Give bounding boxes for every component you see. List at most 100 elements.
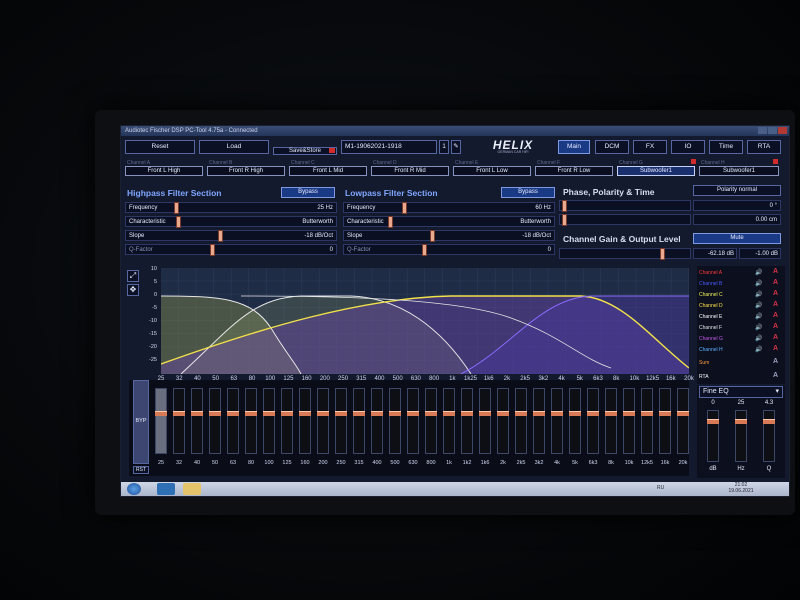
eq-band-slider[interactable] — [497, 388, 509, 454]
eq-band-slider[interactable] — [569, 388, 581, 454]
slider-handle[interactable] — [443, 411, 455, 416]
slider-handle[interactable] — [218, 230, 223, 242]
eq-band-slider[interactable] — [245, 388, 257, 454]
eq-band-slider[interactable] — [209, 388, 221, 454]
slider-handle[interactable] — [551, 411, 563, 416]
bypass-eq-button[interactable]: BYP — [133, 380, 149, 464]
slider-handle[interactable] — [605, 411, 617, 416]
slider-handle[interactable] — [587, 411, 599, 416]
device-name-field[interactable]: M1-19062021-1918 — [341, 140, 437, 154]
frequency-response-plot[interactable] — [160, 268, 690, 375]
slider-handle[interactable] — [176, 216, 181, 228]
attenuation-icon[interactable]: A — [773, 345, 778, 352]
lowpass-slope-row[interactable]: Slope -18 dB/Oct — [343, 230, 555, 242]
language-indicator[interactable]: RU — [657, 485, 664, 491]
eq-band-slider[interactable] — [677, 388, 689, 454]
slider-handle[interactable] — [209, 411, 221, 416]
app-taskbar-icon[interactable] — [157, 483, 175, 495]
attenuation-icon[interactable]: A — [773, 279, 778, 286]
slider-handle[interactable] — [623, 411, 635, 416]
fine-eq-freq-slider[interactable] — [735, 410, 747, 462]
speaker-icon[interactable]: 🔊 — [755, 291, 762, 298]
eq-band-slider[interactable] — [623, 388, 635, 454]
eq-band-slider[interactable] — [587, 388, 599, 454]
attenuation-icon[interactable]: A — [773, 268, 778, 275]
eq-band-slider[interactable] — [191, 388, 203, 454]
save-store-button[interactable]: Save&Store — [273, 147, 337, 155]
eq-band-slider[interactable] — [425, 388, 437, 454]
attenuation-icon[interactable]: A — [773, 334, 778, 341]
attenuation-icon[interactable]: A — [773, 323, 778, 330]
attenuation-icon[interactable]: A — [773, 312, 778, 319]
eq-band-slider[interactable] — [461, 388, 473, 454]
attenuation-icon[interactable]: A — [773, 372, 778, 379]
slider-handle[interactable] — [735, 419, 747, 424]
tab-time[interactable]: Time — [709, 140, 743, 154]
channel-button-h[interactable]: Subwoofer1 — [699, 166, 779, 176]
slider-handle[interactable] — [389, 411, 401, 416]
channel-button-g[interactable]: Subwoofer1 — [617, 166, 695, 176]
slider-handle[interactable] — [173, 411, 185, 416]
edit-icon[interactable]: ✎ — [451, 140, 461, 154]
channel-button-f[interactable]: Front R Low — [535, 166, 613, 176]
eq-band-slider[interactable] — [533, 388, 545, 454]
slider-handle[interactable] — [461, 411, 473, 416]
lowpass-qfactor-row[interactable]: Q-Factor 0 — [343, 244, 555, 256]
speaker-icon[interactable]: 🔊 — [755, 324, 762, 331]
fine-eq-gain-slider[interactable] — [707, 410, 719, 462]
slider-handle[interactable] — [227, 411, 239, 416]
channel-button-e[interactable]: Front L Low — [453, 166, 531, 176]
slider-handle[interactable] — [210, 244, 215, 256]
slider-handle[interactable] — [479, 411, 491, 416]
slider-handle[interactable] — [515, 411, 527, 416]
slider-handle[interactable] — [425, 411, 437, 416]
maximize-button[interactable] — [768, 127, 777, 134]
speaker-icon[interactable]: 🔊 — [755, 280, 762, 287]
time-slider[interactable] — [559, 214, 691, 226]
minimize-button[interactable] — [758, 127, 767, 134]
attenuation-icon[interactable]: A — [773, 358, 778, 365]
eq-band-slider[interactable] — [353, 388, 365, 454]
slider-handle[interactable] — [562, 214, 567, 226]
close-button[interactable] — [778, 127, 787, 134]
tab-main[interactable]: Main — [558, 140, 590, 154]
lowpass-bypass-button[interactable]: Bypass — [501, 187, 555, 198]
channel-button-c[interactable]: Front L Mid — [289, 166, 367, 176]
lowpass-frequency-row[interactable]: Frequency 60 Hz — [343, 202, 555, 214]
slider-handle[interactable] — [353, 411, 365, 416]
eq-band-slider[interactable] — [281, 388, 293, 454]
eq-band-slider[interactable] — [479, 388, 491, 454]
highpass-slope-row[interactable]: Slope -18 dB/Oct — [125, 230, 337, 242]
speaker-icon[interactable]: 🔊 — [755, 346, 762, 353]
slider-handle[interactable] — [562, 200, 567, 212]
slider-handle[interactable] — [402, 202, 407, 214]
eq-band-slider[interactable] — [515, 388, 527, 454]
eq-band-slider[interactable] — [551, 388, 563, 454]
eq-band-slider[interactable] — [155, 388, 167, 454]
slider-handle[interactable] — [388, 216, 393, 228]
move-icon[interactable]: ✥ — [127, 284, 139, 296]
eq-band-slider[interactable] — [371, 388, 383, 454]
speaker-icon[interactable]: 🔊 — [755, 335, 762, 342]
slider-handle[interactable] — [407, 411, 419, 416]
tab-io[interactable]: IO — [671, 140, 705, 154]
gain-slider[interactable] — [559, 248, 691, 260]
slider-handle[interactable] — [191, 411, 203, 416]
slider-handle[interactable] — [763, 419, 775, 424]
slider-handle[interactable] — [371, 411, 383, 416]
attenuation-icon[interactable]: A — [773, 290, 778, 297]
load-button[interactable]: Load — [199, 140, 269, 154]
eq-band-slider[interactable] — [407, 388, 419, 454]
highpass-qfactor-row[interactable]: Q-Factor 0 — [125, 244, 337, 256]
eq-band-slider[interactable] — [263, 388, 275, 454]
preset-slot[interactable]: 1 — [439, 140, 449, 154]
eq-band-slider[interactable] — [389, 388, 401, 454]
slider-handle[interactable] — [677, 411, 689, 416]
start-button[interactable] — [127, 483, 141, 495]
eq-band-slider[interactable] — [605, 388, 617, 454]
zoom-icon[interactable]: ⤢ — [127, 270, 139, 282]
slider-handle[interactable] — [335, 411, 347, 416]
eq-band-slider[interactable] — [443, 388, 455, 454]
speaker-icon[interactable]: 🔊 — [755, 302, 762, 309]
slider-handle[interactable] — [422, 244, 427, 256]
